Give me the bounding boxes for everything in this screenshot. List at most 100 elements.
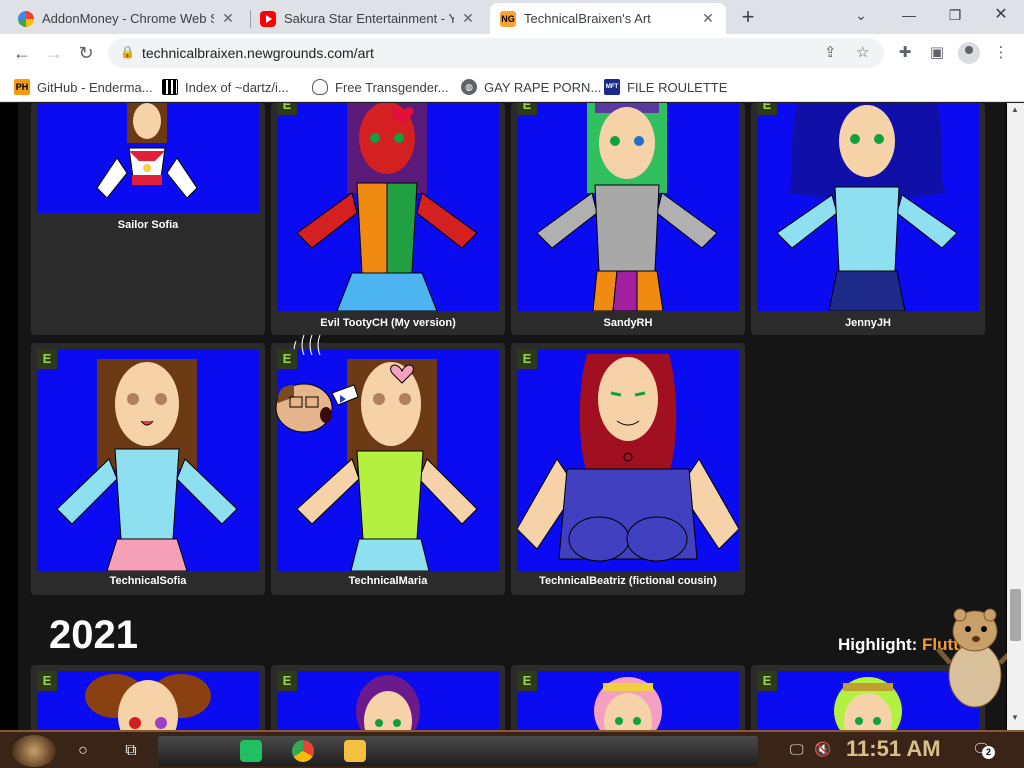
- e-rating-badge-icon: E: [277, 349, 297, 369]
- e-rating-badge-icon: E: [37, 671, 57, 691]
- art-thumbnail[interactable]: [277, 103, 499, 311]
- bookmarks-bar: PH GitHub - Enderma... Index of ~dartz/i…: [0, 72, 1024, 102]
- e-rating-badge-icon: E: [277, 671, 297, 691]
- browser-toolbar: ← → ↻ 🔒 technicalbraixen.newgrounds.com/…: [0, 34, 1024, 72]
- bookmark-star-icon[interactable]: ☆: [856, 43, 869, 61]
- highlight-label: Highlight:: [838, 635, 918, 654]
- file-explorer-icon[interactable]: [344, 740, 366, 762]
- taskbar: ○ ⧉ 🖵 🔇 11:51 AM 🗨 2: [0, 730, 1024, 768]
- close-icon[interactable]: ✕: [700, 10, 716, 27]
- notes-app-icon[interactable]: [240, 740, 262, 762]
- tab-search-icon[interactable]: ⌄: [838, 0, 884, 34]
- bookmark-github[interactable]: PH GitHub - Enderma...: [14, 78, 153, 96]
- restore-button[interactable]: ❐: [932, 0, 978, 34]
- art-thumbnail[interactable]: [517, 103, 739, 311]
- volume-muted-icon[interactable]: 🔇: [814, 741, 831, 758]
- art-card-2021-2[interactable]: E: [271, 665, 505, 730]
- bookmark-gay-rape-porn[interactable]: ◍ GAY RAPE PORN...: [461, 78, 601, 96]
- art-card-sailor-sofia[interactable]: Sailor Sofia: [31, 103, 265, 335]
- action-center-icon[interactable]: 🗨 2: [972, 740, 995, 760]
- year-heading: 2021: [49, 613, 138, 657]
- art-card-evil-tootych[interactable]: E Evil TootyCH (My version): [271, 103, 505, 335]
- back-button[interactable]: ←: [10, 41, 34, 65]
- vertical-scrollbar[interactable]: ▲ ▼: [1007, 103, 1024, 730]
- address-bar[interactable]: 🔒 technicalbraixen.newgrounds.com/art ⇪ …: [108, 38, 884, 68]
- art-title[interactable]: Sailor Sofia: [31, 219, 265, 231]
- art-thumbnail[interactable]: [277, 671, 499, 730]
- forward-button[interactable]: →: [42, 41, 66, 65]
- notification-count: 2: [982, 746, 995, 759]
- art-thumbnail[interactable]: [37, 349, 259, 571]
- e-rating-badge-icon: E: [37, 349, 57, 369]
- task-view-icon[interactable]: ⧉: [120, 740, 142, 762]
- bookmark-label: Index of ~dartz/i...: [185, 79, 289, 95]
- art-thumbnail[interactable]: [757, 103, 979, 311]
- bookmark-label: Free Transgender...: [335, 79, 449, 95]
- tab-title: Sakura Star Entertainment - Y: [284, 11, 454, 26]
- tab-technicalbraixen-art[interactable]: NG TechnicalBraixen's Art ✕: [490, 3, 726, 34]
- qr-icon: [162, 79, 178, 95]
- bookmark-label: FILE ROULETTE: [627, 79, 728, 95]
- art-card-technicalbeatriz[interactable]: E TechnicalBeatriz (fictional cousin): [511, 343, 745, 595]
- e-rating-badge-icon: E: [517, 349, 537, 369]
- url-text: technicalbraixen.newgrounds.com/art: [142, 45, 374, 61]
- side-panel-icon[interactable]: ▣: [926, 42, 948, 64]
- system-clock[interactable]: 11:51 AM: [846, 736, 941, 762]
- mask-icon: [312, 79, 328, 95]
- art-title[interactable]: TechnicalMaria: [271, 575, 505, 587]
- art-card-2021-1[interactable]: E: [31, 665, 265, 730]
- close-icon[interactable]: ✕: [220, 10, 236, 27]
- new-tab-button[interactable]: +: [736, 6, 760, 30]
- cortana-search-icon[interactable]: ○: [72, 740, 94, 762]
- start-button[interactable]: [12, 735, 56, 767]
- e-rating-badge-icon: E: [517, 671, 537, 691]
- bookmark-file-roulette[interactable]: MFT FILE ROULETTE: [604, 78, 727, 96]
- lock-icon[interactable]: 🔒: [120, 45, 135, 59]
- e-rating-badge-icon: E: [757, 671, 777, 691]
- reload-button[interactable]: ↻: [74, 41, 98, 65]
- chrome-app-icon[interactable]: [292, 740, 314, 762]
- newgrounds-icon: NG: [500, 10, 516, 27]
- close-window-button[interactable]: ✕: [978, 0, 1024, 34]
- tab-sakura-star[interactable]: Sakura Star Entertainment - Y ✕: [250, 3, 486, 34]
- tab-title: AddonMoney - Chrome Web St: [42, 11, 214, 26]
- art-thumbnail[interactable]: [517, 671, 739, 730]
- art-card-technicalsofia[interactable]: E TechnicalSofia: [31, 343, 265, 595]
- art-gallery: Sailor Sofia E Evil TootyCH (My version)…: [18, 103, 1006, 730]
- bookmark-label: GAY RAPE PORN...: [484, 79, 602, 95]
- close-icon[interactable]: ✕: [460, 10, 476, 27]
- network-icon[interactable]: 🖵: [790, 741, 804, 758]
- globe-icon: ◍: [461, 79, 477, 95]
- art-card-2021-3[interactable]: E: [511, 665, 745, 730]
- art-card-jennyjh[interactable]: E JennyJH: [751, 103, 985, 335]
- art-thumbnail[interactable]: [37, 671, 259, 730]
- cartoon-head-sticker: [254, 333, 364, 443]
- bookmark-index-dartz[interactable]: Index of ~dartz/i...: [162, 78, 289, 96]
- art-title[interactable]: SandyRH: [511, 317, 745, 329]
- menu-kebab-icon[interactable]: ⋮: [990, 42, 1012, 64]
- taskbar-apps: [158, 736, 758, 766]
- art-title[interactable]: JennyJH: [751, 317, 985, 329]
- art-thumbnail[interactable]: [517, 349, 739, 571]
- scroll-up-arrow-icon[interactable]: ▲: [1011, 105, 1019, 114]
- art-title[interactable]: TechnicalBeatriz (fictional cousin): [511, 575, 745, 587]
- e-rating-badge-icon: E: [277, 103, 297, 115]
- share-icon[interactable]: ⇪: [824, 43, 837, 61]
- extensions-icon[interactable]: ✚: [894, 42, 916, 64]
- art-title[interactable]: TechnicalSofia: [31, 575, 265, 587]
- youtube-icon: [260, 10, 276, 27]
- scrollbar-thumb[interactable]: [1010, 589, 1021, 641]
- art-card-sandyrh[interactable]: E SandyRH: [511, 103, 745, 335]
- ph-icon: PH: [14, 79, 30, 95]
- profile-avatar[interactable]: [958, 42, 980, 64]
- minimize-button[interactable]: —: [886, 0, 932, 34]
- scroll-down-arrow-icon[interactable]: ▼: [1011, 713, 1019, 722]
- mft-icon: MFT: [604, 79, 620, 95]
- tab-title: TechnicalBraixen's Art: [524, 11, 651, 26]
- bookmark-label: GitHub - Enderma...: [37, 79, 153, 95]
- bookmark-free-transgender[interactable]: Free Transgender...: [312, 78, 448, 96]
- art-title[interactable]: Evil TootyCH (My version): [271, 317, 505, 329]
- art-thumbnail[interactable]: [37, 103, 259, 213]
- rainbow-icon: [18, 10, 34, 27]
- tab-addonmoney[interactable]: AddonMoney - Chrome Web St ✕: [8, 3, 246, 34]
